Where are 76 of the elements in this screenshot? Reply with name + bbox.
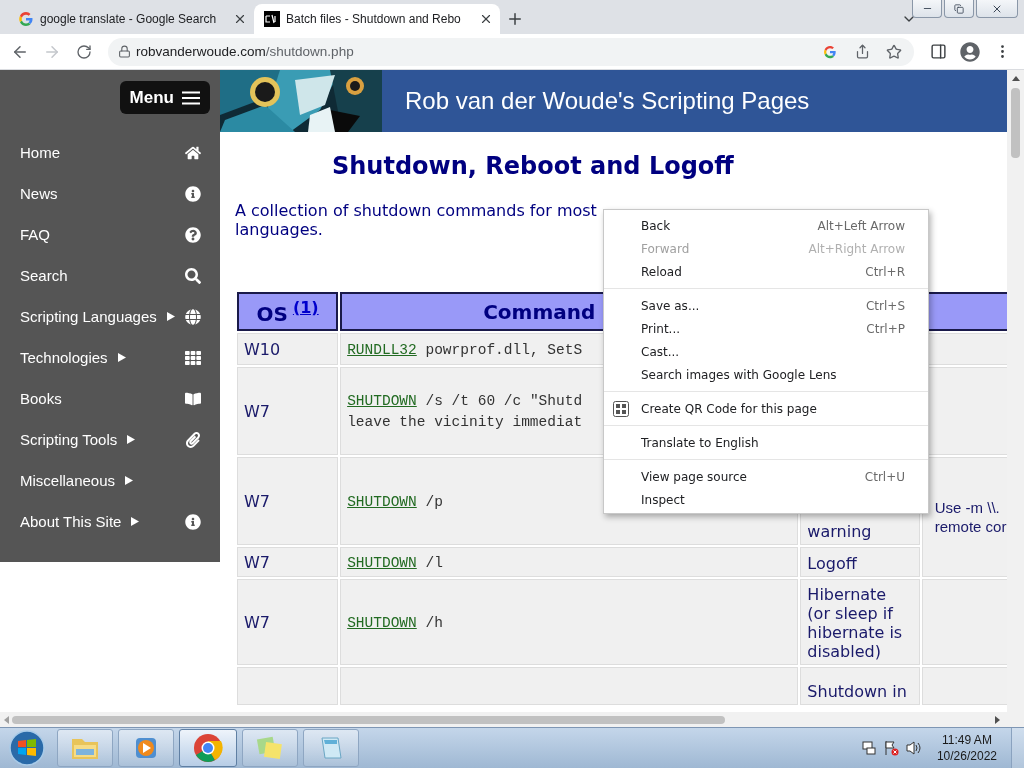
restore-icon	[954, 3, 964, 14]
command-link[interactable]: SHUTDOWN	[347, 554, 417, 571]
browser-tab[interactable]: google translate - Google Search	[8, 4, 254, 34]
help-icon	[185, 226, 201, 243]
star-icon[interactable]	[886, 43, 902, 60]
address-bar[interactable]: robvanderwoude.com/shutdown.php	[108, 37, 914, 66]
chrome-icon	[193, 733, 223, 763]
qr-code-icon	[613, 401, 629, 417]
table-cell: Use -m \\. remote cor	[921, 457, 1007, 577]
menu-item[interactable]: Back Alt+Left Arrow	[604, 214, 928, 237]
scrollbar-thumb[interactable]	[12, 715, 725, 724]
reload-icon[interactable]	[76, 43, 92, 60]
info-icon	[185, 513, 201, 530]
nav-link[interactable]: Search	[0, 255, 220, 296]
table-cell: Logoff	[800, 547, 920, 577]
footnote-link[interactable]: (1)	[292, 297, 319, 317]
book-icon	[185, 390, 201, 407]
google-icon	[18, 11, 34, 27]
grid-icon	[185, 349, 201, 366]
nav-link[interactable]: Home	[0, 132, 220, 173]
scrollbar-thumb[interactable]	[1011, 88, 1020, 158]
home-icon	[185, 144, 201, 161]
info-icon	[185, 185, 201, 202]
globe-icon	[185, 308, 201, 325]
horizontal-scrollbar[interactable]	[0, 712, 1024, 727]
nav-link[interactable]: Scripting Tools	[0, 419, 220, 460]
profile-icon[interactable]	[960, 41, 980, 62]
scroll-up-icon[interactable]	[1011, 74, 1020, 84]
nav-link[interactable]: Scripting Languages	[0, 296, 220, 337]
side-panel-icon[interactable]	[929, 43, 947, 60]
menu-item[interactable]: Reload Ctrl+R	[604, 260, 928, 283]
search-icon	[185, 267, 201, 284]
table-cell: W7	[237, 547, 339, 577]
nav-link[interactable]: Miscellaneous	[0, 460, 220, 501]
google-icon	[823, 44, 837, 59]
browser-tab[interactable]: Batch files - Shutdown and Rebo	[254, 4, 500, 34]
table-cell: W10	[237, 333, 339, 365]
command-link[interactable]: SHUTDOWN	[347, 614, 417, 631]
table-cell: Shutdown in	[800, 667, 920, 705]
command-link[interactable]: RUNDLL32	[347, 341, 417, 358]
network-icon[interactable]	[860, 740, 877, 756]
lock-icon	[117, 45, 131, 58]
table-cell: SHUTDOWN /h	[340, 579, 799, 665]
sticky-notes-icon	[255, 735, 285, 761]
nav-link[interactable]: FAQ	[0, 214, 220, 255]
command-link[interactable]: SHUTDOWN	[347, 493, 417, 510]
close-button[interactable]	[976, 0, 1018, 18]
new-tab-icon[interactable]	[506, 10, 524, 28]
menu-button[interactable]: Menu	[119, 81, 210, 114]
close-icon[interactable]	[479, 12, 493, 26]
page-heading: Shutdown, Reboot and Logoff	[332, 152, 735, 180]
nav-link[interactable]: News	[0, 173, 220, 214]
column-header: OS $^{(1)}$	[237, 292, 339, 331]
nav-link[interactable]: About This Site	[0, 501, 220, 542]
table-cell: SHUTDOWN /l	[340, 547, 799, 577]
table-cell: W7	[237, 579, 339, 665]
speaker-icon[interactable]	[904, 740, 923, 756]
taskbar-app[interactable]	[179, 729, 237, 767]
paperclip-icon	[185, 431, 201, 448]
table-cell: W7	[237, 367, 339, 455]
nav-link[interactable]: Books	[0, 378, 220, 419]
share-icon[interactable]	[854, 44, 870, 59]
table-cell: Hibernate (or sleep if hibernate is disabled)	[800, 579, 920, 665]
nav-link[interactable]: Technologies	[0, 337, 220, 378]
table-cell: W7	[237, 457, 339, 545]
flag-icon[interactable]	[882, 740, 899, 756]
command-link[interactable]: SHUTDOWN	[347, 393, 417, 409]
hamburger-icon	[182, 90, 200, 105]
media-player-icon	[133, 735, 159, 761]
restore-button[interactable]	[944, 0, 974, 18]
intro-text: A collection of shutdown commands for most languages.	[235, 201, 598, 239]
console-icon	[264, 11, 280, 27]
close-icon[interactable]	[233, 12, 247, 26]
site-title: Rob van der Woude's Scripting Pages	[382, 70, 1007, 132]
taskbar-app[interactable]	[118, 729, 174, 767]
clock[interactable]: 11:49 AM 10/26/2022	[928, 732, 1005, 764]
